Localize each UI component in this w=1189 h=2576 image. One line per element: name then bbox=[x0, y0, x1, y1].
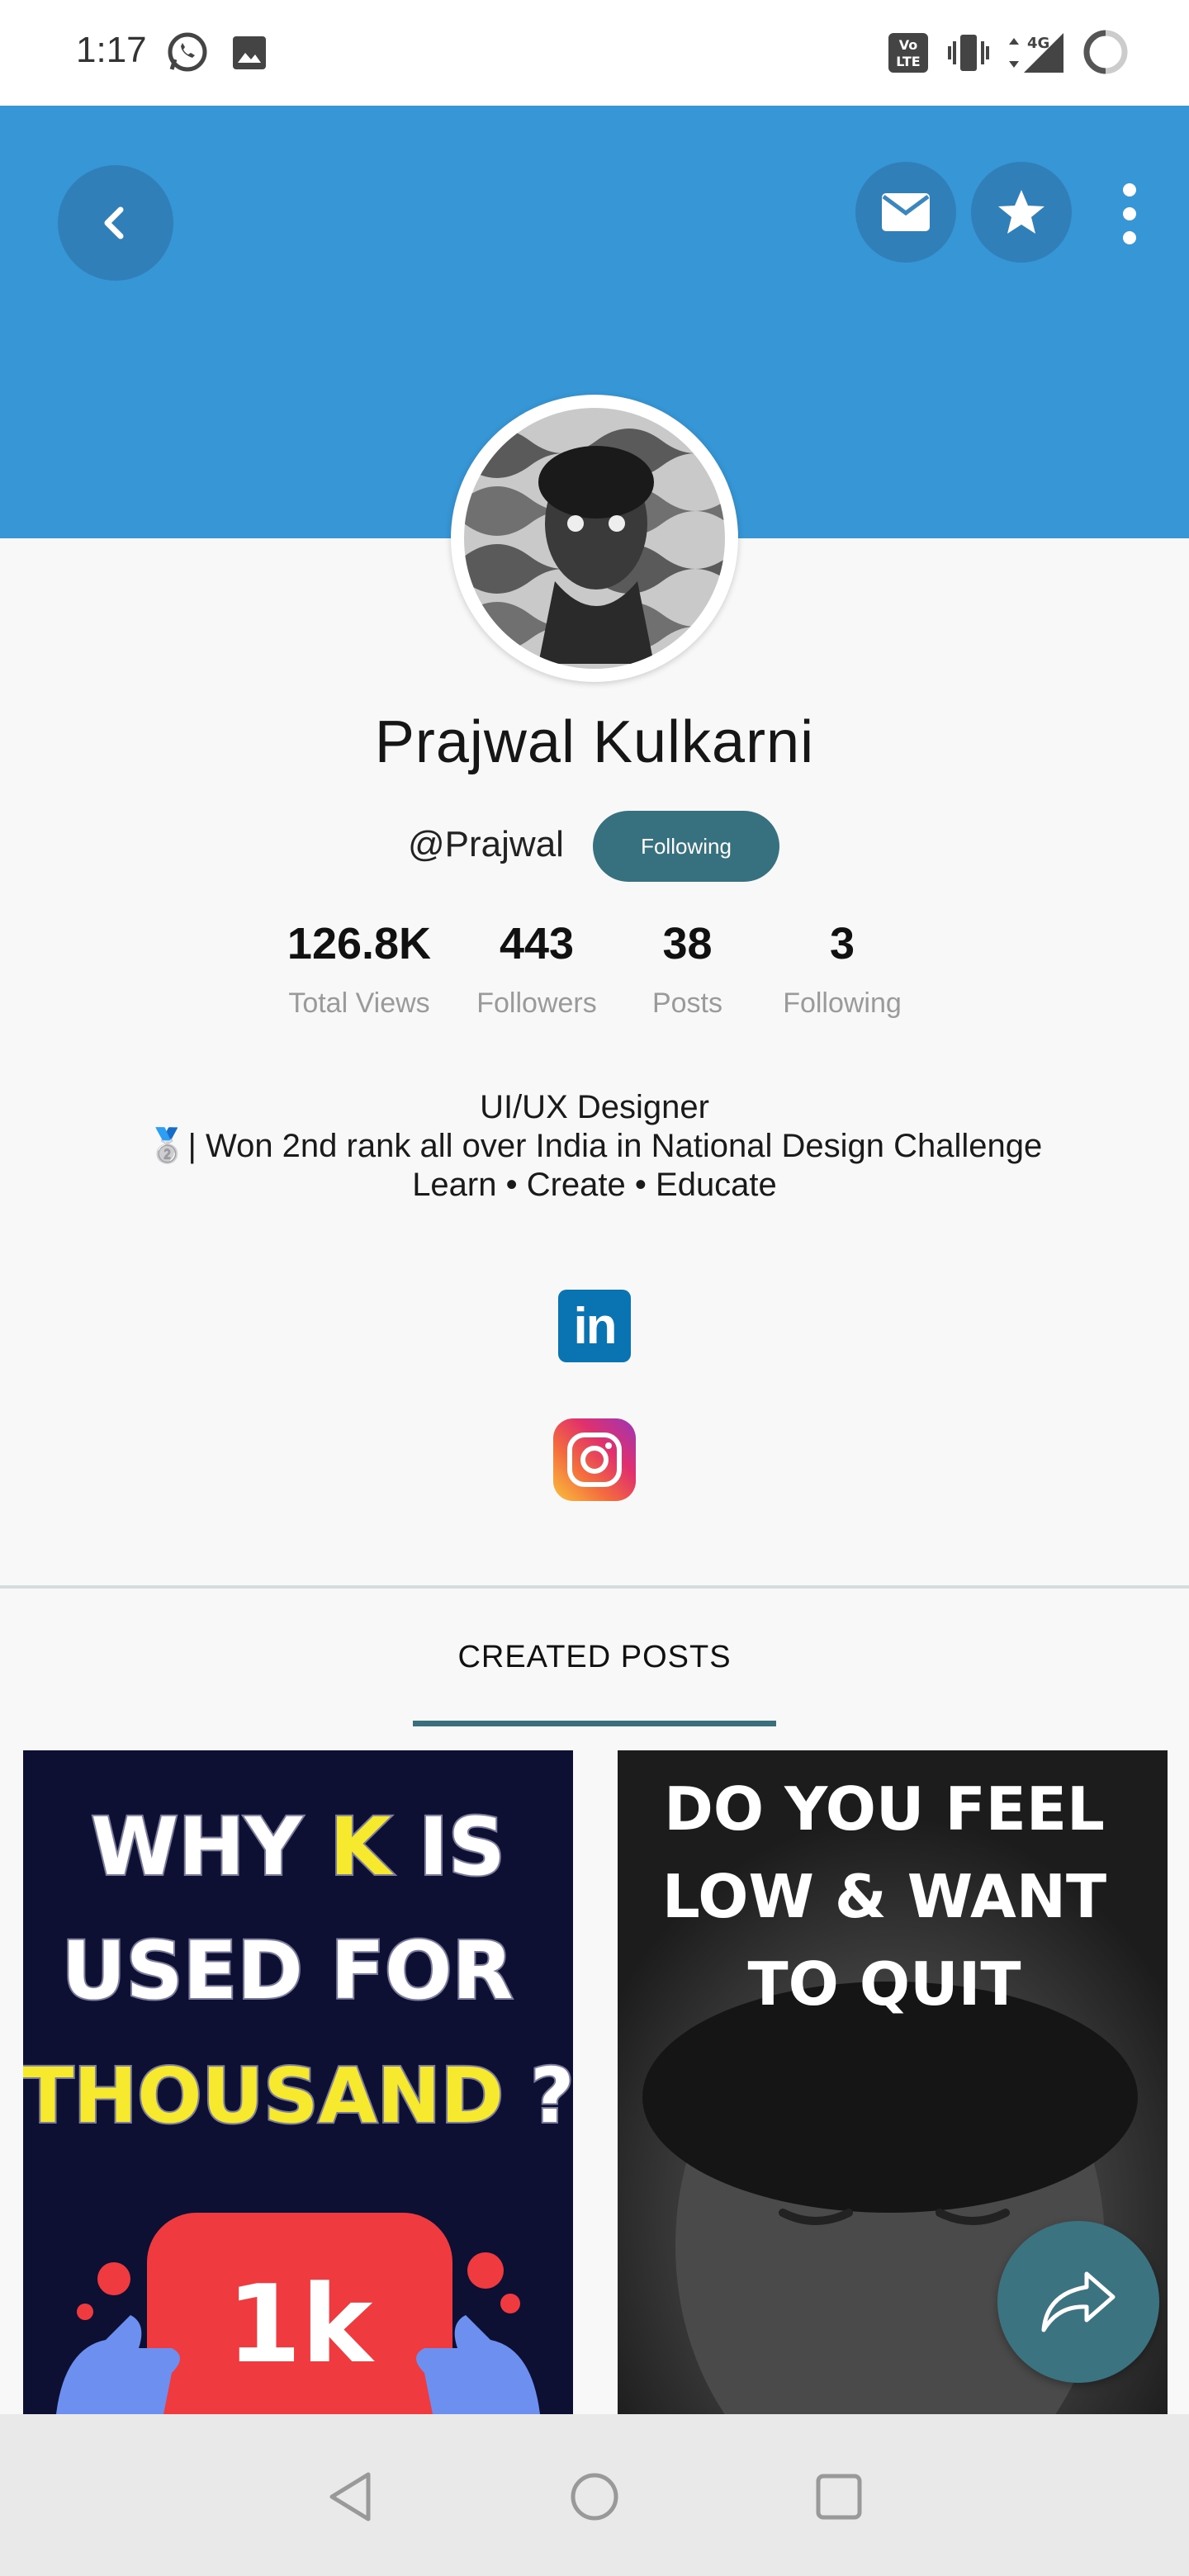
stat-total-views[interactable]: 126.8K Total Views bbox=[272, 918, 446, 1020]
svg-text:Vo: Vo bbox=[899, 37, 918, 53]
battery-icon bbox=[1082, 28, 1130, 80]
profile-bio: UI/UX Designer 🥈| Won 2nd rank all over … bbox=[0, 1088, 1189, 1205]
post-title-text: ? bbox=[504, 2052, 573, 2140]
stat-value: 443 bbox=[499, 919, 575, 968]
tab-created-posts[interactable]: CREATED POSTS bbox=[413, 1640, 776, 1675]
back-button[interactable] bbox=[58, 165, 173, 281]
avatar[interactable] bbox=[451, 395, 738, 682]
post-badge-text: 1k bbox=[227, 2261, 375, 2387]
bio-line: UI/UX Designer bbox=[480, 1089, 709, 1125]
nav-back-button[interactable] bbox=[317, 2464, 383, 2530]
star-icon bbox=[998, 190, 1045, 234]
profile-handle: @Prajwal bbox=[408, 824, 564, 864]
volte-icon: Vo LTE bbox=[887, 31, 930, 78]
post-card[interactable]: WHY K IS USED FOR THOUSAND ? 1k bbox=[23, 1750, 573, 2414]
system-nav-bar bbox=[0, 2414, 1189, 2576]
share-button[interactable] bbox=[997, 2221, 1159, 2383]
avatar-image bbox=[464, 408, 725, 669]
message-button[interactable] bbox=[855, 162, 956, 263]
stat-label: Posts bbox=[651, 987, 723, 1019]
post-title-text: WHY bbox=[91, 1801, 329, 1893]
svg-text:THOUSAND ?: THOUSAND ? bbox=[23, 2052, 573, 2140]
post-title-text: IS bbox=[391, 1801, 505, 1893]
instagram-link[interactable] bbox=[553, 1418, 636, 1501]
instagram-icon bbox=[567, 1432, 622, 1487]
more-options-button[interactable] bbox=[1106, 177, 1153, 251]
post-title-text: DO YOU FEEL bbox=[664, 1774, 1105, 1844]
linkedin-icon: in bbox=[573, 1297, 617, 1355]
post-title-text: USED FOR bbox=[62, 1925, 514, 2017]
stat-value: 126.8K bbox=[287, 919, 432, 968]
vibrate-icon bbox=[948, 31, 989, 78]
stat-label: Following bbox=[783, 987, 902, 1019]
nav-home-button[interactable] bbox=[561, 2464, 628, 2530]
recents-square-icon bbox=[816, 2474, 862, 2520]
post-title-highlight: K bbox=[329, 1801, 394, 1893]
post-title-text: TO QUIT bbox=[748, 1949, 1021, 2019]
nav-recents-button[interactable] bbox=[806, 2464, 872, 2530]
image-icon bbox=[231, 35, 268, 75]
following-button[interactable]: Following bbox=[593, 811, 779, 882]
back-triangle-icon bbox=[329, 2472, 371, 2522]
svg-text:WHY K IS: WHY K IS bbox=[91, 1801, 505, 1893]
bio-line: 🥈| Won 2nd rank all over India in Nation… bbox=[146, 1128, 1043, 1164]
chevron-left-icon bbox=[104, 206, 124, 239]
post-title-text: LOW & WANT bbox=[662, 1862, 1106, 1931]
linkedin-link[interactable]: in bbox=[558, 1290, 631, 1362]
more-vertical-icon bbox=[1123, 183, 1136, 197]
svg-text:4G: 4G bbox=[1027, 35, 1049, 52]
stat-value: 3 bbox=[829, 919, 855, 968]
home-circle-icon bbox=[571, 2473, 618, 2521]
whatsapp-icon bbox=[165, 30, 210, 78]
favorite-button[interactable] bbox=[971, 162, 1072, 263]
stat-following[interactable]: 3 Following bbox=[768, 918, 917, 1020]
stat-followers[interactable]: 443 Followers bbox=[467, 918, 607, 1020]
svg-text:LTE: LTE bbox=[896, 54, 920, 69]
profile-name: Prajwal Kulkarni bbox=[374, 709, 815, 775]
status-bar: 1:17 Vo LTE 4G bbox=[0, 0, 1189, 106]
signal-4g-icon: 4G bbox=[1002, 30, 1065, 78]
stat-posts[interactable]: 38 Posts bbox=[636, 918, 739, 1020]
share-icon bbox=[1041, 2271, 1116, 2332]
bio-line: Learn • Create • Educate bbox=[412, 1167, 777, 1203]
section-divider bbox=[0, 1585, 1189, 1589]
mail-icon bbox=[882, 193, 930, 231]
status-time: 1:17 bbox=[76, 30, 147, 70]
tab-indicator bbox=[413, 1721, 776, 1726]
stat-label: Followers bbox=[476, 987, 597, 1019]
post-title-highlight: THOUSAND bbox=[23, 2052, 504, 2140]
stat-value: 38 bbox=[662, 919, 713, 968]
stat-label: Total Views bbox=[288, 987, 430, 1019]
